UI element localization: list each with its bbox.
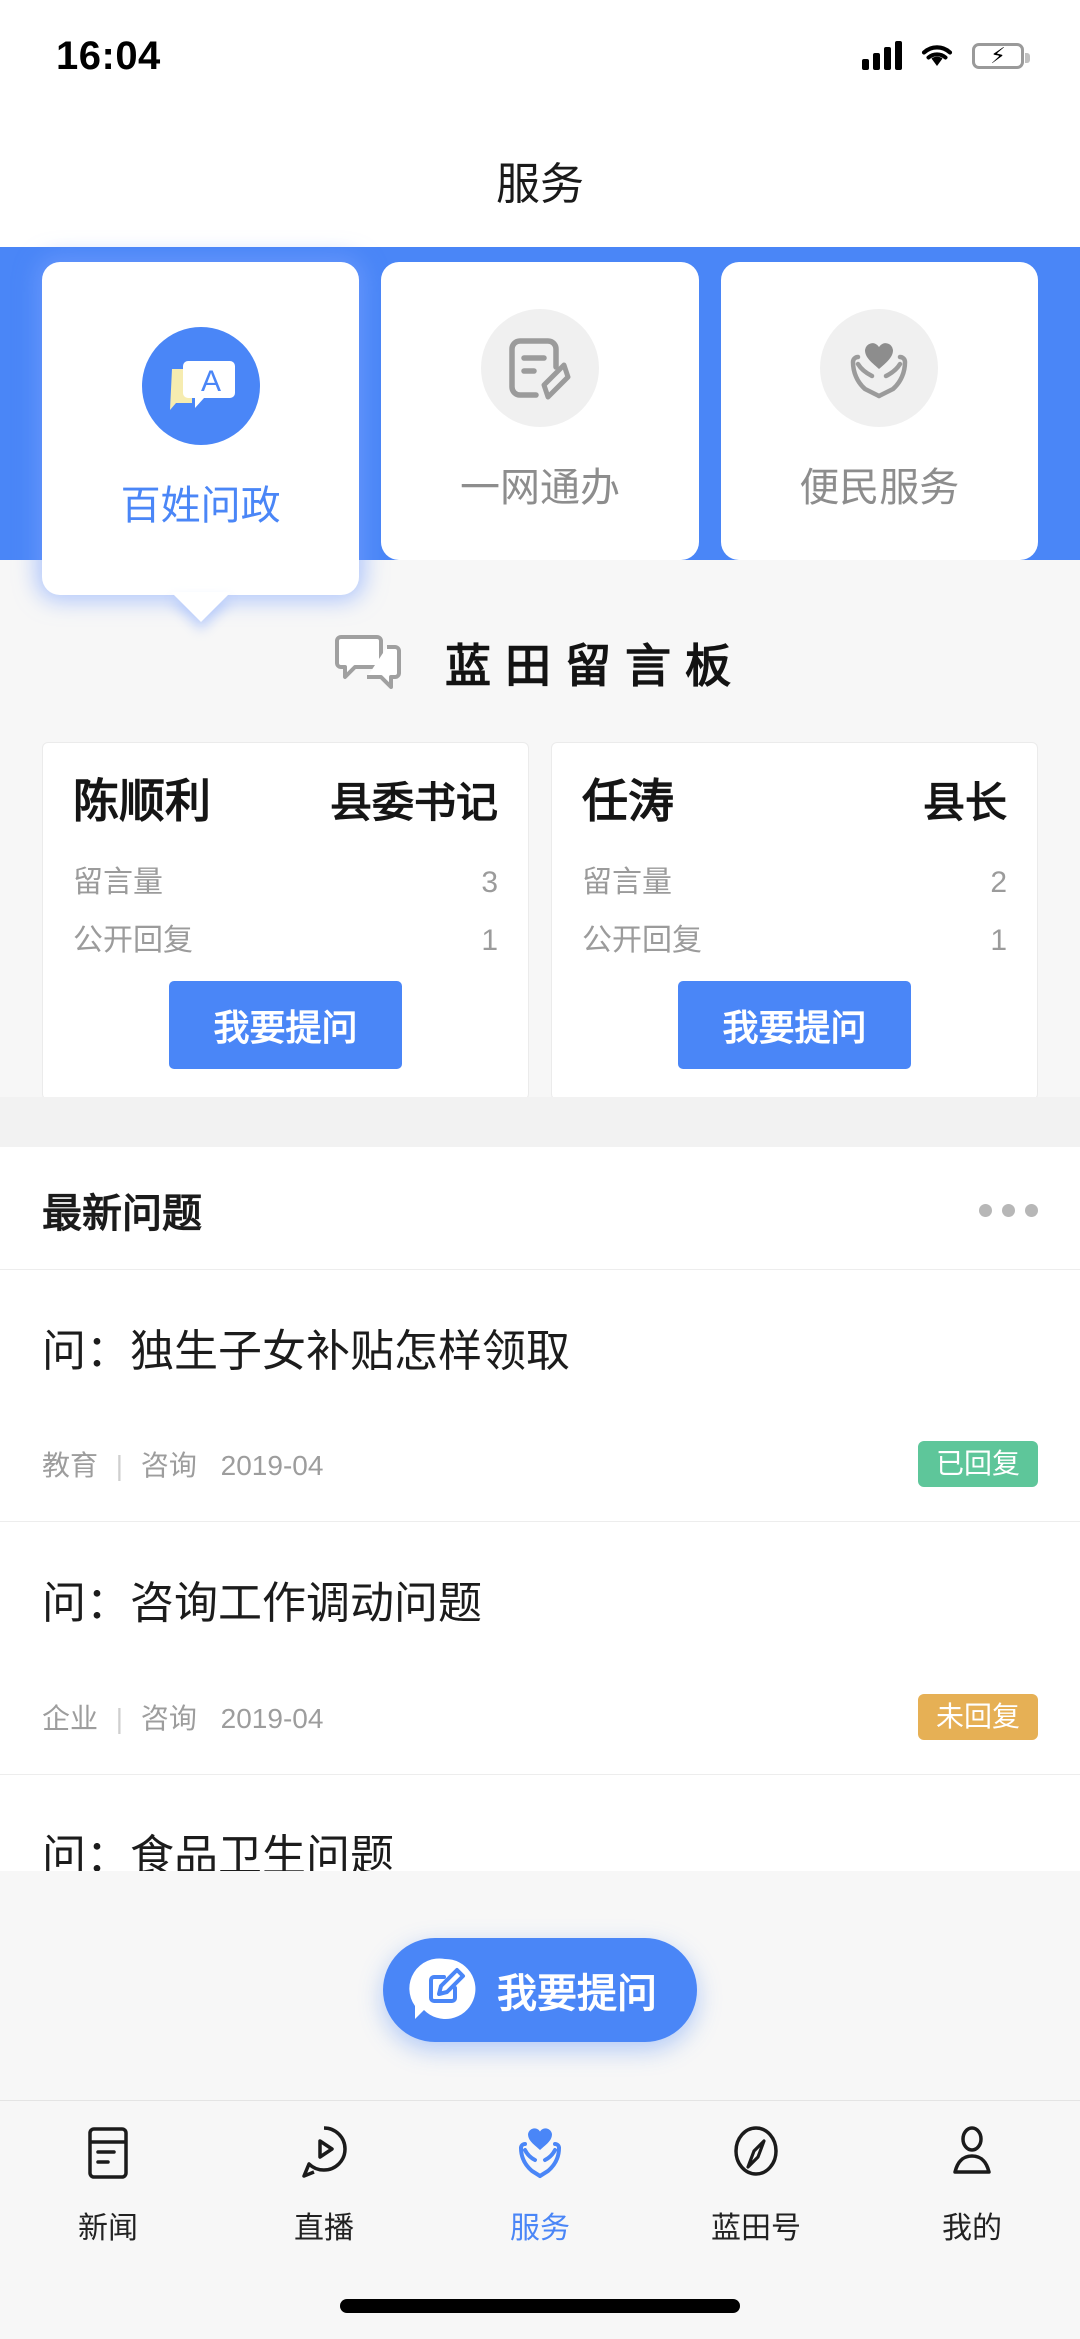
service-tab-yiwangtongban[interactable]: 一网通办 bbox=[381, 262, 699, 560]
bottom-tab-items: 新闻 直播 服务 蓝田号 我的 bbox=[0, 2101, 1080, 2269]
question-item[interactable]: 问：独生子女补贴怎样领取 教育 | 咨询 2019-04 已回复 bbox=[0, 1270, 1080, 1523]
service-tab-label: 一网通办 bbox=[459, 466, 620, 510]
bottom-tab-label: 我的 bbox=[942, 2211, 1002, 2245]
question-meta: 教育 | 咨询 2019-04 bbox=[42, 1444, 323, 1484]
leader-name: 任涛 bbox=[582, 775, 674, 827]
bottom-tab-news[interactable]: 新闻 bbox=[0, 2124, 216, 2247]
stat-label: 留言量 bbox=[582, 866, 672, 899]
question-type: 咨询 bbox=[140, 1450, 197, 1482]
question-meta: 企业 | 咨询 2019-04 bbox=[42, 1697, 323, 1737]
question-title: 问：独生子女补贴怎样领取 bbox=[42, 1327, 570, 1376]
leader-card-list: 陈顺利 县委书记 留言量 3 公开回复 1 我要提问 任涛 县长 留言量 2 公… bbox=[0, 742, 1080, 1100]
leader-header: 任涛 县长 bbox=[582, 765, 1007, 831]
question-type: 咨询 bbox=[140, 1702, 197, 1734]
leader-stat-row: 留言量 3 bbox=[73, 857, 498, 901]
leader-role: 县长 bbox=[922, 779, 1007, 826]
compass-icon bbox=[730, 2124, 782, 2187]
bottom-tab-label: 服务 bbox=[510, 2211, 570, 2245]
section-title: 最新问题 bbox=[42, 1192, 202, 1236]
latest-questions-section: 最新问题 问：独生子女补贴怎样领取 教育 | 咨询 2019-04 已回复 问：… bbox=[0, 1147, 1080, 1871]
battery-charging-icon: ⚡ bbox=[972, 43, 1030, 69]
question-meta-row: 教育 | 咨询 2019-04 已回复 bbox=[42, 1441, 1038, 1488]
leader-card[interactable]: 陈顺利 县委书记 留言量 3 公开回复 1 我要提问 bbox=[42, 742, 529, 1100]
bottom-tab-lantian[interactable]: 蓝田号 bbox=[648, 2124, 864, 2247]
question-list: 问：独生子女补贴怎样领取 教育 | 咨询 2019-04 已回复 问：咨询工作调… bbox=[0, 1269, 1080, 1871]
question-meta-row: 企业 | 咨询 2019-04 未回复 bbox=[42, 1693, 1038, 1740]
bottom-tab-live[interactable]: 直播 bbox=[216, 2124, 432, 2247]
status-badge: 未回复 bbox=[917, 1693, 1038, 1740]
more-dots-icon[interactable] bbox=[979, 1203, 1038, 1217]
stat-value: 1 bbox=[481, 924, 498, 957]
question-category: 企业 bbox=[42, 1702, 99, 1734]
stat-value: 3 bbox=[481, 866, 498, 899]
question-title: 问：食品卫生问题 bbox=[42, 1831, 394, 1871]
stat-value: 2 bbox=[990, 866, 1007, 899]
ask-question-button[interactable]: 我要提问 bbox=[169, 981, 402, 1069]
bottom-tab-label: 蓝田号 bbox=[711, 2211, 801, 2245]
heart-hands-icon bbox=[513, 2124, 567, 2187]
heart-in-hands-icon bbox=[820, 309, 939, 427]
meta-separator: | bbox=[115, 1702, 124, 1734]
question-date: 2019-04 bbox=[220, 1702, 324, 1734]
app-screen: 16:04 ⚡ 服务 A 百姓问政 一网通办 便民服务 蓝田留言板 陈顺利 县委… bbox=[0, 0, 1080, 2339]
leader-card[interactable]: 任涛 县长 留言量 2 公开回复 1 我要提问 bbox=[551, 742, 1038, 1100]
ask-question-button[interactable]: 我要提问 bbox=[678, 981, 911, 1069]
wifi-icon bbox=[920, 41, 954, 72]
service-tab-label: 百姓问政 bbox=[120, 483, 281, 528]
bottom-tab-mine[interactable]: 我的 bbox=[864, 2124, 1080, 2247]
bottom-tab-label: 直播 bbox=[294, 2211, 354, 2245]
stat-label: 留言量 bbox=[73, 866, 163, 899]
status-bar: 16:04 ⚡ bbox=[0, 0, 1080, 112]
question-item[interactable]: 问：食品卫生问题 bbox=[0, 1775, 1080, 1871]
svg-text:A: A bbox=[201, 365, 221, 398]
bottom-tab-service[interactable]: 服务 bbox=[432, 2124, 648, 2247]
document-pen-icon bbox=[480, 309, 599, 427]
latest-questions-header: 最新问题 bbox=[0, 1147, 1080, 1269]
leader-role: 县委书记 bbox=[329, 779, 498, 826]
service-tab-bianminfuwu[interactable]: 便民服务 bbox=[720, 262, 1038, 560]
bottom-tab-bar: 新闻 直播 服务 蓝田号 我的 bbox=[0, 2100, 1080, 2339]
service-tab-label: 便民服务 bbox=[799, 466, 960, 510]
meta-separator: | bbox=[115, 1450, 124, 1482]
question-date: 2019-04 bbox=[220, 1450, 324, 1482]
stat-value: 1 bbox=[990, 924, 1007, 957]
service-tab-list: A 百姓问政 一网通办 便民服务 bbox=[0, 262, 1080, 602]
speech-bubble-a-icon: A bbox=[141, 326, 260, 445]
service-tab-baixingwenzheng[interactable]: A 百姓问政 bbox=[42, 262, 360, 595]
cellular-bars-icon bbox=[862, 41, 902, 70]
person-icon bbox=[946, 2124, 998, 2187]
stat-label: 公开回复 bbox=[73, 924, 193, 957]
question-item[interactable]: 问：咨询工作调动问题 企业 | 咨询 2019-04 未回复 bbox=[0, 1522, 1080, 1775]
leader-stat-row: 留言量 2 bbox=[582, 857, 1007, 901]
status-clock: 16:04 bbox=[56, 33, 161, 78]
live-play-icon bbox=[298, 2124, 350, 2187]
message-board-label: 蓝田留言板 bbox=[445, 640, 745, 692]
bottom-tab-label: 新闻 bbox=[78, 2211, 138, 2245]
section-divider bbox=[0, 1097, 1080, 1147]
home-indicator bbox=[340, 2299, 740, 2313]
stat-label: 公开回复 bbox=[582, 924, 702, 957]
dual-speech-bubble-icon bbox=[335, 631, 405, 696]
leader-name: 陈顺利 bbox=[73, 775, 211, 827]
leader-header: 陈顺利 县委书记 bbox=[73, 765, 498, 831]
leader-stat-row: 公开回复 1 bbox=[582, 915, 1007, 959]
question-title: 问：咨询工作调动问题 bbox=[42, 1579, 482, 1629]
status-icons: ⚡ bbox=[862, 41, 1030, 72]
status-badge: 已回复 bbox=[917, 1441, 1038, 1488]
edit-bubble-icon bbox=[409, 1953, 481, 2028]
leader-stat-row: 公开回复 1 bbox=[73, 915, 498, 959]
news-doc-icon bbox=[82, 2124, 134, 2187]
floating-ask-label: 我要提问 bbox=[497, 1972, 657, 2016]
floating-ask-question-button[interactable]: 我要提问 bbox=[383, 1938, 697, 2042]
page-title: 服务 bbox=[496, 159, 584, 209]
question-category: 教育 bbox=[42, 1450, 99, 1482]
navigation-bar: 服务 bbox=[0, 112, 1080, 247]
message-board-title: 蓝田留言板 bbox=[0, 630, 1080, 696]
